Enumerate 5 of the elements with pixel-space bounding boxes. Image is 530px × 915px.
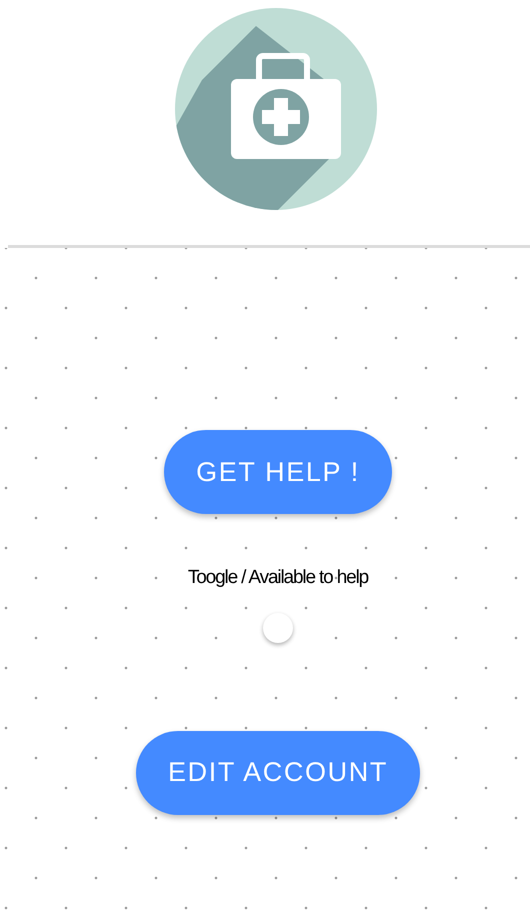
get-help-button[interactable]: GET HELP ! [164, 430, 392, 514]
first-aid-kit-icon [175, 8, 377, 210]
toggle-label: Toogle / Available to help [188, 566, 368, 590]
edit-account-button[interactable]: EDIT ACCOUNT [136, 730, 420, 814]
availability-toggle[interactable] [263, 612, 293, 642]
